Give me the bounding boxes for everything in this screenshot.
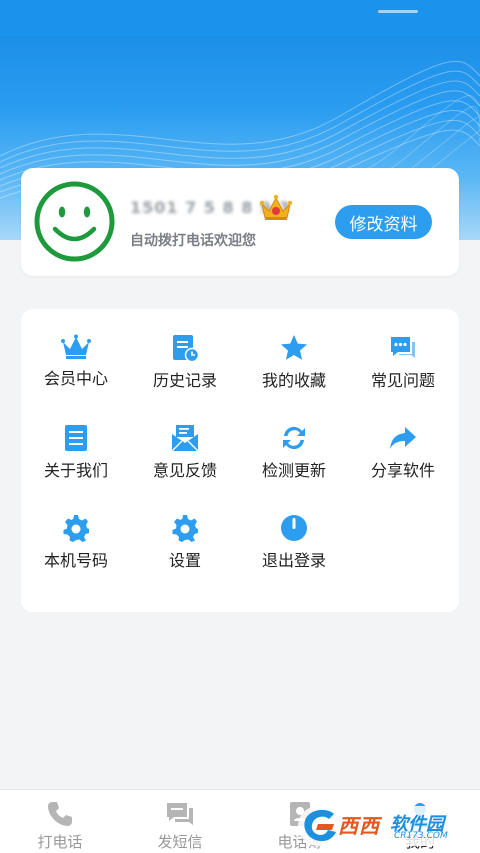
menu-label: 分享软件 (370, 461, 435, 480)
menu-label: 会员中心 (43, 369, 108, 388)
menu-grid: 会员中心 历史记录 我的收藏 常见问题 关于我们 意见反馈 检测更新 分享软件 … (21, 309, 459, 612)
welcome-text: 自动拨打电话欢迎您 (130, 233, 256, 249)
menu-item-favorites[interactable]: 我的收藏 (239, 309, 349, 390)
menu-item-about[interactable]: 关于我们 (21, 399, 131, 480)
menu-label: 设置 (168, 551, 201, 570)
mail-feedback-icon (168, 423, 202, 453)
menu-item-feedback[interactable]: 意见反馈 (130, 399, 240, 480)
watermark-brand: 西西 (338, 814, 380, 838)
star-icon (277, 333, 311, 363)
menu-label: 关于我们 (43, 461, 108, 480)
menu-item-local-number[interactable]: 本机号码 (21, 489, 131, 570)
status-bar (0, 0, 480, 36)
status-indicator (378, 10, 418, 13)
menu-label: 历史记录 (152, 371, 217, 390)
menu-item-check-update[interactable]: 检测更新 (239, 399, 349, 480)
history-doc-icon (168, 333, 202, 363)
menu-item-faq[interactable]: 常见问题 (348, 309, 458, 390)
menu-label: 常见问题 (370, 371, 435, 390)
gear-icon (59, 513, 93, 543)
menu-label: 退出登录 (261, 551, 326, 570)
crown-icon (59, 333, 93, 361)
menu-label: 我的收藏 (261, 371, 326, 390)
menu-item-logout[interactable]: 退出登录 (239, 489, 349, 570)
menu-label: 意见反馈 (152, 461, 217, 480)
watermark-overlay: 西西 软件园 CR173.COM (298, 806, 460, 846)
gear-icon (168, 513, 202, 543)
share-arrow-icon (386, 423, 420, 453)
menu-item-settings[interactable]: 设置 (130, 489, 240, 570)
menu-label: 检测更新 (261, 461, 326, 480)
nav-tab-call[interactable]: 打电话 (0, 790, 120, 853)
nav-label: 发短信 (157, 833, 203, 851)
chat-bubbles-icon (386, 333, 420, 363)
menu-item-share[interactable]: 分享软件 (348, 399, 458, 480)
watermark-url: CR173.COM (394, 831, 448, 841)
smiley-avatar-icon[interactable] (34, 181, 115, 262)
message-icon (167, 803, 193, 825)
watermark-logo-icon (304, 809, 336, 842)
profile-card: 1501 7 5 8 8 9 3 自动拨打电话欢迎您 修改资料 (21, 168, 459, 276)
edit-profile-button[interactable]: 修改资料 (335, 205, 432, 239)
menu-label: 本机号码 (43, 551, 108, 570)
vip-crown-icon (259, 194, 293, 220)
phone-icon (48, 802, 72, 826)
nav-label: 打电话 (37, 833, 83, 851)
refresh-icon (277, 423, 311, 453)
power-icon (277, 513, 311, 543)
menu-item-history[interactable]: 历史记录 (130, 309, 240, 390)
nav-tab-sms[interactable]: 发短信 (120, 790, 240, 853)
document-list-icon (59, 423, 93, 453)
menu-item-vip-center[interactable]: 会员中心 (21, 309, 131, 389)
